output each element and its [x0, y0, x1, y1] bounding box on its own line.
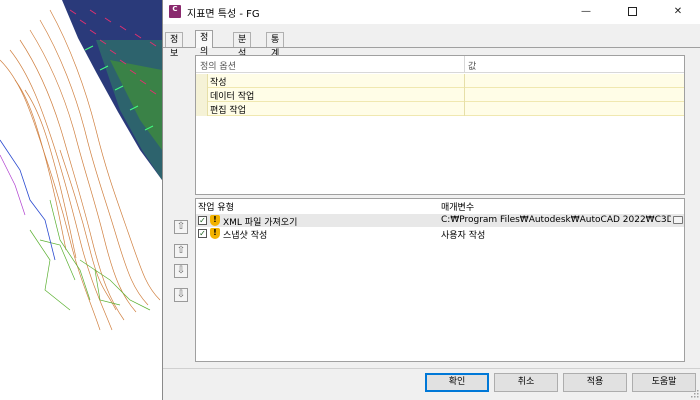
- cancel-button[interactable]: 취소: [494, 373, 558, 392]
- column-header-option[interactable]: 정의 옵션: [200, 59, 236, 72]
- window-title: 지표면 특성 - FG: [187, 9, 260, 20]
- operation-row-import-xml[interactable]: ✓ ! XML 파일 가져오기 C:₩Program Files₩Autodes…: [196, 214, 684, 228]
- title-bar[interactable]: C 지표면 특성 - FG — ✕: [163, 0, 700, 24]
- warning-icon: !: [210, 228, 220, 239]
- move-top-icon: ⇧: [176, 221, 186, 232]
- contour-map-graphic: [0, 0, 162, 331]
- apply-button[interactable]: 적용: [563, 373, 627, 392]
- row-gutter: [196, 102, 208, 116]
- maximize-button[interactable]: [609, 0, 655, 24]
- column-header-parameters[interactable]: 매개변수: [441, 200, 474, 213]
- move-top-button[interactable]: ⇧: [174, 220, 188, 234]
- row-separator: [464, 88, 465, 102]
- operation-checkbox[interactable]: ✓: [198, 216, 207, 225]
- grid-header: 정의 옵션 값: [196, 56, 684, 73]
- civil3d-app-icon: C: [169, 5, 181, 18]
- grid-row-label: 작성: [210, 78, 227, 88]
- tab-analysis[interactable]: 분석: [233, 32, 252, 59]
- move-up-button[interactable]: ⇧: [174, 244, 188, 258]
- resize-grip-icon[interactable]: [689, 388, 699, 398]
- minimize-button[interactable]: —: [563, 0, 609, 24]
- move-down-button[interactable]: ⇩: [174, 264, 188, 278]
- help-button[interactable]: 도움말: [632, 373, 696, 392]
- column-header-value[interactable]: 값: [468, 59, 476, 72]
- row-separator: [464, 74, 465, 88]
- maximize-icon: [627, 6, 637, 16]
- button-area-divider: [163, 368, 700, 369]
- row-gutter: [196, 74, 208, 88]
- grid-row-build[interactable]: 작성: [196, 74, 684, 88]
- grid-row-data-operations[interactable]: 데이터 작업: [196, 88, 684, 102]
- grid-row-label: 데이터 작업: [210, 92, 255, 102]
- column-header-operation-type[interactable]: 작업 유형: [198, 200, 234, 213]
- operation-name: 스냅샷 작성: [223, 231, 268, 241]
- definition-options-grid: 정의 옵션 값 작성 데이터 작업 편집 작업: [195, 55, 685, 195]
- operation-parameter: C:₩Program Files₩Autodesk₩AutoCAD 2022₩C…: [441, 215, 671, 225]
- operations-header: 작업 유형 매개변수: [196, 199, 684, 213]
- surface-properties-dialog: C 지표면 특성 - FG — ✕ 정보 정의 분석 통계 정의 옵션 값 작성…: [162, 0, 700, 400]
- operations-list: 작업 유형 매개변수 ✓ ! XML 파일 가져오기 C:₩Program Fi…: [195, 198, 685, 362]
- operation-checkbox[interactable]: ✓: [198, 229, 207, 238]
- cad-drawing-background: [0, 0, 162, 400]
- grid-row-edit-operations[interactable]: 편집 작업: [196, 102, 684, 116]
- move-up-icon: ⇧: [176, 245, 186, 256]
- close-button[interactable]: ✕: [655, 0, 700, 24]
- tab-definition[interactable]: 정의: [195, 30, 214, 57]
- move-bottom-icon: ⇩: [176, 289, 186, 300]
- tab-divider: [163, 47, 700, 48]
- operation-parameter: 사용자 작성: [441, 231, 486, 241]
- tab-statistics[interactable]: 통계: [266, 32, 285, 59]
- warning-icon: !: [210, 215, 220, 226]
- tab-info[interactable]: 정보: [165, 32, 184, 59]
- column-separator[interactable]: [464, 56, 465, 73]
- folder-icon[interactable]: [673, 216, 683, 224]
- row-gutter: [196, 88, 208, 102]
- move-down-icon: ⇩: [176, 265, 186, 276]
- move-bottom-button[interactable]: ⇩: [174, 288, 188, 302]
- row-separator: [464, 102, 465, 116]
- operation-row-snapshot[interactable]: ✓ ! 스냅샷 작성 사용자 작성: [196, 227, 684, 241]
- ok-button[interactable]: 확인: [425, 373, 489, 392]
- grid-row-label: 편집 작업: [210, 106, 246, 116]
